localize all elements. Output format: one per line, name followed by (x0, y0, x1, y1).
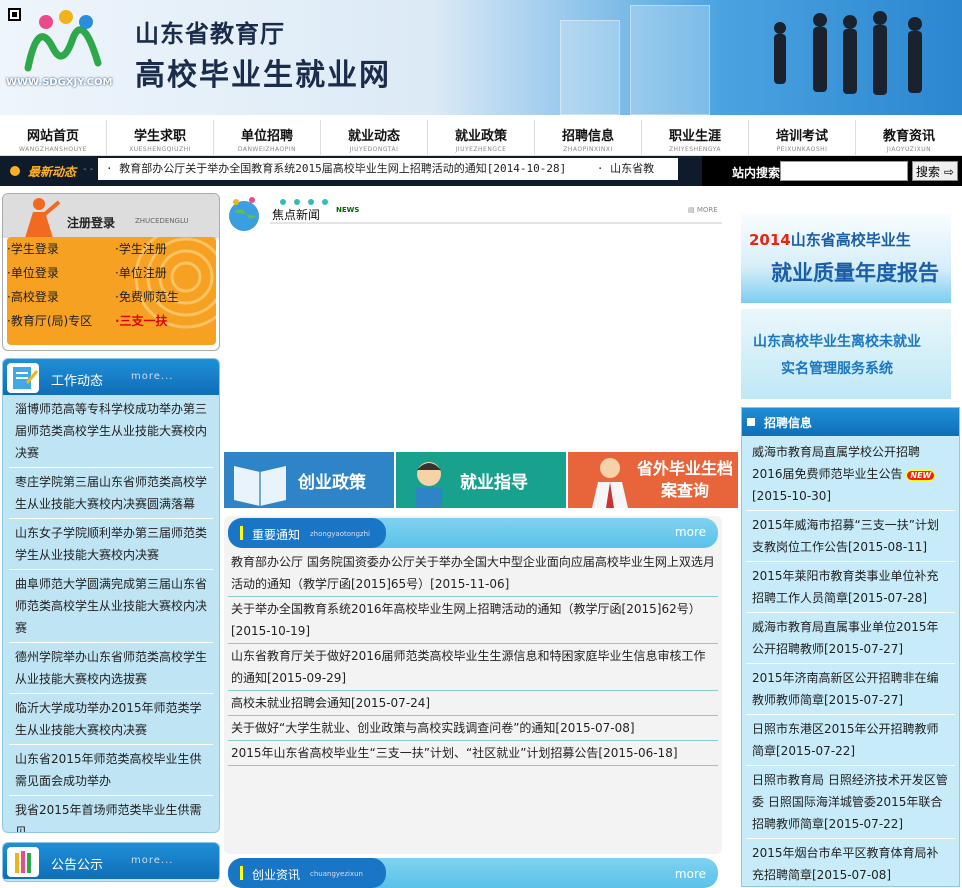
carousel-dot[interactable] (322, 199, 328, 205)
new-badge-icon: NEW (906, 470, 936, 481)
list-item[interactable]: 关于做好“大学生就业、创业政策与高校实践调查问卷”的通知[2015-07-08] (228, 716, 718, 741)
list-item[interactable]: 山东省2015年师范类高校毕业生供需见面会成功举办 (9, 745, 213, 796)
ticker-dot-icon (10, 166, 20, 176)
list-item[interactable]: 德州学院举办山东省师范类高校学生从业技能大赛校内选拔赛 (9, 643, 213, 694)
people-silhouettes-icon (774, 11, 922, 95)
list-item[interactable]: 2015年烟台市牟平区教育体育局补充招聘简章[2015-07-08] (746, 839, 955, 886)
startup-news-more-link[interactable]: more (675, 867, 706, 881)
focus-news-en: NEWS (336, 206, 360, 214)
main-nav: 网站首页 WANGZHANSHOUYE 学生求职 XUESHENGQIUZHI 单位… (0, 120, 962, 156)
pencil-icon (7, 847, 39, 877)
list-item[interactable]: 曲阜师范大学圆满完成第三届山东省师范类高校学生从业技能大赛校内决赛 (9, 570, 213, 643)
nav-item-training-exam[interactable]: 培训考试 PEIXUNKAOSHI (749, 120, 856, 155)
important-title: 重要通知 (252, 528, 301, 542)
list-item[interactable]: 2015年莱阳市教育类事业单位补充招聘工作人员简章[2015-07-28] (746, 562, 955, 613)
banner-title-line2: 高校毕业生就业网 (135, 58, 391, 93)
list-item[interactable]: 2015年济南高新区公开招聘非在编教师教师简章[2015-07-27] (746, 664, 955, 715)
ticker-news: · 教育部办公厅关于举办全国教育系统2015届高校毕业生网上招聘活动的通知[20… (98, 158, 678, 180)
student-icon (416, 462, 442, 508)
ticker-item[interactable]: · 山东省教 (597, 162, 654, 175)
document-icon (7, 363, 39, 393)
businessman-icon (592, 458, 628, 508)
site-logo-icon (24, 10, 102, 72)
student-login-link[interactable]: ·学生登录 (7, 237, 115, 261)
carousel-dot[interactable] (294, 199, 300, 205)
globe-icon (229, 197, 259, 231)
focus-news: 焦点新闻 NEWS ▤ MORE (222, 192, 722, 452)
login-box: 注册登录 ZHUCEDENGLU ·学生登录 ·学生注册 ·单位登录 ·单位注册… (2, 193, 220, 351)
important-more-link[interactable]: more (675, 525, 706, 539)
list-item[interactable]: 关于举办全国教育系统2016年高校毕业生网上招聘活动的通知（教学厅函[2015]… (228, 597, 718, 644)
person-icon (25, 198, 61, 238)
list-item[interactable]: 2015年威海市招募“三支一扶”计划支教岗位工作公告[2015-08-11] (746, 511, 955, 562)
list-item[interactable]: 威海市教育局直属事业单位2015年公开招聘教师[2015-07-27] (746, 613, 955, 664)
student-register-link[interactable]: ·学生注册 (115, 237, 215, 261)
employer-login-link[interactable]: ·单位登录 (7, 261, 115, 285)
site-banner: WWW.SDGXJY.COM 山东省教育厅 高校毕业生就业网 (0, 0, 962, 115)
feature-tiles: 创业政策 就业指导 省外毕业生档案查询 (224, 452, 738, 508)
sanzhi-yifu-link[interactable]: ·三支一扶 (115, 309, 215, 333)
ticker-item[interactable]: · 教育部办公厅关于举办全国教育系统2015届高校毕业生网上招聘活动的通知[20… (106, 162, 566, 175)
tile-startup-policy[interactable]: 创业政策 (224, 452, 394, 508)
list-item[interactable]: 枣庄学院第三届山东省师范类高校学生从业技能大赛校内决赛圆满落幕 (9, 468, 213, 519)
notice-panel: 公告公示 more... (2, 842, 220, 882)
recruitment-panel: 招聘信息 威海市教育局直属学校公开招聘2016届免费师范毕业生公告 NEW[20… (741, 407, 960, 887)
college-login-link[interactable]: ·高校登录 (7, 285, 115, 309)
tile-employment-guide[interactable]: 就业指导 (396, 452, 566, 508)
unemployed-graduate-system-banner[interactable]: 山东高校毕业生离校未就业 实名管理服务系统 (741, 309, 951, 399)
list-item[interactable]: 临沂大学成功举办2015年师范类学生从业技能大赛校内决赛 (9, 694, 213, 745)
employment-quality-report-banner[interactable]: 2014山东省高校毕业生 就业质量年度报告 (741, 213, 951, 303)
ticker-bar: 最新动态 - - · 教育部办公厅关于举办全国教育系统2015届高校毕业生网上招… (0, 156, 962, 186)
list-item[interactable]: 我省2015年首场师范类毕业生供需见 (9, 796, 213, 832)
employer-register-link[interactable]: ·单位注册 (115, 261, 215, 285)
nav-item-home[interactable]: 网站首页 WANGZHANSHOUYE (0, 120, 107, 155)
site-search: 站内搜索 搜索 ⇨ (702, 156, 962, 186)
tile-out-of-province-archive[interactable]: 省外毕业生档案查询 (568, 452, 738, 508)
ticker-dash: - - (83, 164, 94, 175)
list-item[interactable]: 日照市东港区2015年公开招聘教师简章[2015-07-22] (746, 715, 955, 766)
startup-news: 创业资讯 chuangyezixun more (224, 858, 722, 888)
notice-more-link[interactable]: more... (131, 855, 173, 866)
list-item[interactable]: 高校未就业招聘会通知[2015-07-24] (228, 691, 718, 716)
focus-news-title: 焦点新闻 (272, 208, 321, 222)
list-item[interactable]: 山东女子学院顺利举办第三届师范类学生从业技能大赛校内决赛 (9, 519, 213, 570)
search-input[interactable] (780, 161, 908, 181)
work-news-more-link[interactable]: more... (131, 371, 173, 382)
login-links: ·学生登录 ·学生注册 ·单位登录 ·单位注册 ·高校登录 ·免费师范生 ·教育… (7, 237, 216, 345)
arrow-icon (747, 418, 755, 426)
carousel-dot[interactable] (308, 199, 314, 205)
list-item[interactable]: 山东省教育厅关于做好2016届师范类高校毕业生生源信息和特困家庭毕业生信息审核工… (228, 644, 718, 691)
nav-item-education-news[interactable]: 教育资讯 JIAOYUZIXUN (856, 120, 962, 155)
book-icon (234, 466, 286, 506)
search-button[interactable]: 搜索 ⇨ (912, 161, 958, 181)
nav-item-career[interactable]: 职业生涯 ZHIYESHENGYA (642, 120, 749, 155)
important-notices: 重要通知 zhongyaotongzhi more 教育部办公厅 国务院国资委办… (224, 516, 722, 854)
login-title: 注册登录 (67, 216, 116, 230)
nav-item-employer-hiring[interactable]: 单位招聘 DANWEIZHAOPIN (214, 120, 321, 155)
carousel-dot[interactable] (280, 199, 286, 205)
nav-item-recruitment-info[interactable]: 招聘信息 ZHAOPINXINXI (535, 120, 642, 155)
list-item[interactable]: 淄博师范高等专科学校成功举办第三届师范类高校学生从业技能大赛校内决赛 (9, 395, 213, 468)
work-news-title: 工作动态 (51, 374, 104, 389)
recruitment-title: 招聘信息 (764, 416, 813, 430)
education-dept-zone-link[interactable]: ·教育厅(局)专区 (7, 309, 115, 333)
ticker-label: 最新动态 (28, 165, 77, 179)
login-pinyin: ZHUCEDENGLU (135, 217, 189, 225)
nav-item-student-jobs[interactable]: 学生求职 XUESHENGQIUZHI (107, 120, 214, 155)
nav-item-employment-policy[interactable]: 就业政策 JIUYEZHENGCE (428, 120, 535, 155)
list-item[interactable]: 威海市教育局直属学校公开招聘2016届免费师范毕业生公告 NEW[2015-10… (746, 438, 955, 511)
site-url: WWW.SDGXJY.COM (6, 77, 113, 88)
important-pinyin: zhongyaotongzhi (310, 530, 370, 538)
free-normal-student-link[interactable]: ·免费师范生 (115, 285, 215, 309)
list-item[interactable]: 日照市教育局 日照经济技术开发区管委 日照国际海洋城管委2015年联合招聘教师简… (746, 766, 955, 839)
search-label: 站内搜索 (732, 166, 781, 180)
focus-news-more-link[interactable]: ▤ MORE (688, 206, 718, 214)
list-item[interactable]: 2015年山东省高校毕业生“三支一扶”计划、“社区就业”计划招募公告[2015-… (228, 741, 718, 766)
work-news-panel: 工作动态 more... 淄博师范高等专科学校成功举办第三届师范类高校学生从业技… (2, 358, 220, 833)
banner-title-line1: 山东省教育厅 (135, 20, 285, 48)
list-item[interactable]: 教育部办公厅 国务院国资委办公厅关于举办全国大中型企业面向应届高校毕业生网上双选… (228, 550, 718, 597)
notice-title: 公告公示 (51, 858, 104, 873)
nav-item-employment-news[interactable]: 就业动态 JIUYEDONGTAI (321, 120, 428, 155)
startup-news-pinyin: chuangyezixun (310, 870, 363, 878)
